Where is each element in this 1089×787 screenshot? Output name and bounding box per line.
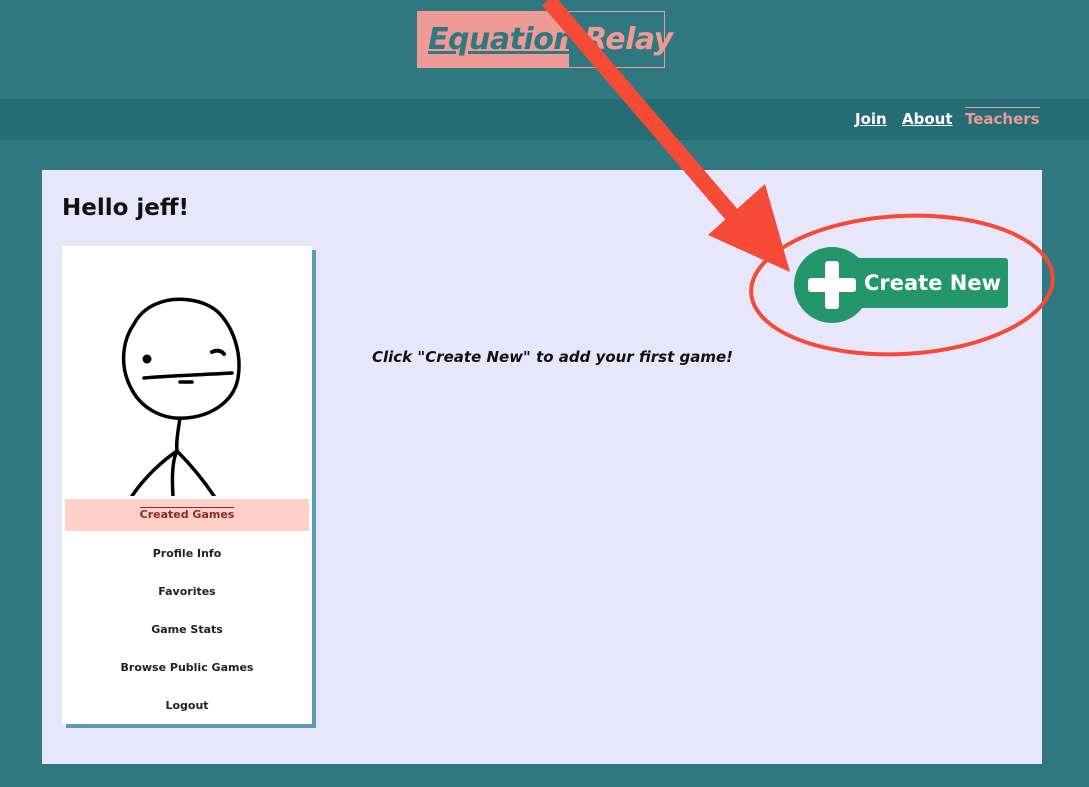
nav-teachers-link[interactable]: Teachers bbox=[965, 107, 1040, 129]
profile-sidebar: Created Games Profile Info Favorites Gam… bbox=[62, 246, 312, 724]
menu-game-stats[interactable]: Game Stats bbox=[65, 613, 309, 651]
plus-icon bbox=[794, 247, 870, 323]
menu-logout[interactable]: Logout bbox=[65, 689, 309, 727]
top-nav: Join About Teachers bbox=[0, 99, 1089, 140]
sidebar-menu: Created Games Profile Info Favorites Gam… bbox=[65, 499, 309, 727]
nav-join-link[interactable]: Join bbox=[855, 109, 887, 129]
dashboard-card: Hello jeff! Created Games Profile Info F… bbox=[42, 170, 1042, 764]
menu-profile-info[interactable]: Profile Info bbox=[65, 537, 309, 575]
menu-browse-public-games[interactable]: Browse Public Games bbox=[65, 651, 309, 689]
site-logo[interactable]: Equation Relay bbox=[417, 11, 673, 68]
logo-word-1: Equation bbox=[428, 22, 575, 57]
menu-favorites[interactable]: Favorites bbox=[65, 575, 309, 613]
menu-created-games[interactable]: Created Games bbox=[65, 499, 309, 531]
nav-about-link[interactable]: About bbox=[902, 109, 953, 129]
logo-text: Equation Relay bbox=[428, 21, 673, 59]
avatar bbox=[121, 297, 241, 496]
create-button-label: Create New bbox=[864, 271, 1001, 295]
greeting-heading: Hello jeff! bbox=[62, 195, 190, 221]
empty-games-message: Click "Create New" to add your first gam… bbox=[372, 348, 734, 366]
logo-word-2: Relay bbox=[584, 22, 673, 57]
menu-label: Created Games bbox=[139, 507, 235, 521]
create-new-button[interactable]: Create New bbox=[794, 247, 1008, 325]
